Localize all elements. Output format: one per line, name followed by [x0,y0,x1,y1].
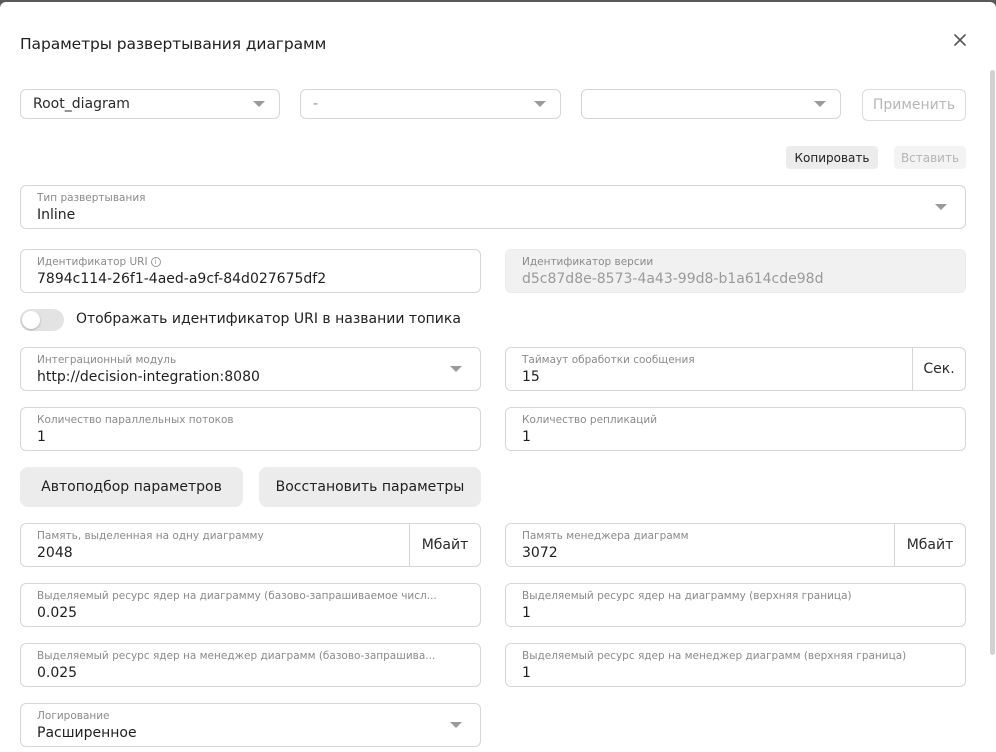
chevron-down-icon [450,722,462,728]
cpu-manager-limit-label: Выделяемый ресурс ядер на менеджер диагр… [522,650,907,662]
chevron-down-icon [935,204,947,210]
manager-memory-label: Память менеджера диаграмм [522,530,689,542]
deployment-type-select[interactable]: Тип развертывания Inline [20,185,966,229]
message-timeout-label: Таймаут обработки сообщения [522,354,695,366]
show-uri-toggle-label: Отображать идентификатор URI в названии … [76,311,461,327]
replications-value: 1 [522,429,531,445]
third-select[interactable] [581,89,841,119]
parallel-threads-value: 1 [37,429,46,445]
paste-button[interactable]: Вставить [894,146,966,169]
integration-module-value: http://decision-integration:8080 [37,369,260,385]
cpu-manager-base-field[interactable]: Выделяемый ресурс ядер на менеджер диагр… [20,643,481,687]
chevron-down-icon [253,101,265,107]
uri-id-value: 7894c114-26f1-4aed-a9cf-84d027675df2 [37,271,327,287]
replications-label: Количество репликаций [522,414,658,426]
cpu-diagram-limit-field[interactable]: Выделяемый ресурс ядер на диаграмму (вер… [505,583,966,627]
message-timeout-value: 15 [522,369,540,385]
message-timeout-unit: Сек. [912,348,965,390]
diagram-select-value: Root_diagram [33,96,130,112]
apply-button[interactable]: Применить [862,89,966,121]
version-id-label: Идентификатор версии [522,256,654,268]
show-uri-toggle[interactable] [20,309,64,331]
cpu-diagram-base-field[interactable]: Выделяемый ресурс ядер на диаграмму (баз… [20,583,481,627]
cpu-manager-base-value: 0.025 [37,665,78,681]
restore-button[interactable]: Восстановить параметры [259,467,481,507]
scrollbar[interactable] [990,70,995,655]
uri-id-field[interactable]: Идентификатор URI i 7894c114-26f1-4aed-a9… [20,249,481,293]
replications-field[interactable]: Количество репликаций 1 [505,407,966,451]
integration-module-label: Интеграционный модуль [37,354,177,366]
chevron-down-icon [534,101,546,107]
toggle-knob [22,311,40,329]
parallel-threads-label: Количество параллельных потоков [37,414,234,426]
manager-memory-field[interactable]: Память менеджера диаграмм 3072 Мбайт [505,523,966,567]
integration-module-select[interactable]: Интеграционный модуль http://decision-in… [20,347,481,391]
cpu-diagram-base-label: Выделяемый ресурс ядер на диаграмму (баз… [37,590,437,602]
deployment-params-dialog: Параметры развертывания диаграмм Root_di… [0,2,996,752]
logging-label: Логирование [37,710,110,722]
dialog-title: Параметры развертывания диаграмм [20,35,327,53]
autoselect-button[interactable]: Автоподбор параметров [20,467,243,507]
logging-select[interactable]: Логирование Расширенное [20,703,481,747]
memory-per-diagram-unit: Мбайт [409,524,480,566]
chevron-down-icon [814,101,826,107]
uri-id-label: Идентификатор URI [37,256,148,268]
cpu-manager-base-label: Выделяемый ресурс ядер на менеджер диагр… [37,650,436,662]
cpu-manager-limit-value: 1 [522,665,531,681]
diagram-select[interactable]: Root_diagram [20,89,280,119]
version-id-field: Идентификатор версии d5c87d8e-8573-4a43-… [505,249,966,293]
second-select-value: - [313,96,319,112]
manager-memory-unit: Мбайт [894,524,965,566]
info-icon[interactable]: i [150,257,161,267]
close-icon[interactable] [948,28,972,52]
cpu-manager-limit-field[interactable]: Выделяемый ресурс ядер на менеджер диагр… [505,643,966,687]
message-timeout-field[interactable]: Таймаут обработки сообщения 15 Сек. [505,347,966,391]
memory-per-diagram-field[interactable]: Память, выделенная на одну диаграмму 204… [20,523,481,567]
memory-per-diagram-value: 2048 [37,545,73,561]
deployment-type-label: Тип развертывания [37,192,146,204]
cpu-diagram-base-value: 0.025 [37,605,78,621]
manager-memory-value: 3072 [522,545,558,561]
cpu-diagram-limit-value: 1 [522,605,531,621]
version-id-value: d5c87d8e-8573-4a43-99d8-b1a614cde98d [522,271,824,287]
cpu-diagram-limit-label: Выделяемый ресурс ядер на диаграмму (вер… [522,590,852,602]
parallel-threads-field[interactable]: Количество параллельных потоков 1 [20,407,481,451]
memory-per-diagram-label: Память, выделенная на одну диаграмму [37,530,264,542]
logging-value: Расширенное [37,725,137,741]
deployment-type-value: Inline [37,207,76,223]
chevron-down-icon [450,366,462,372]
second-select[interactable]: - [300,89,561,119]
copy-button[interactable]: Копировать [786,146,878,169]
